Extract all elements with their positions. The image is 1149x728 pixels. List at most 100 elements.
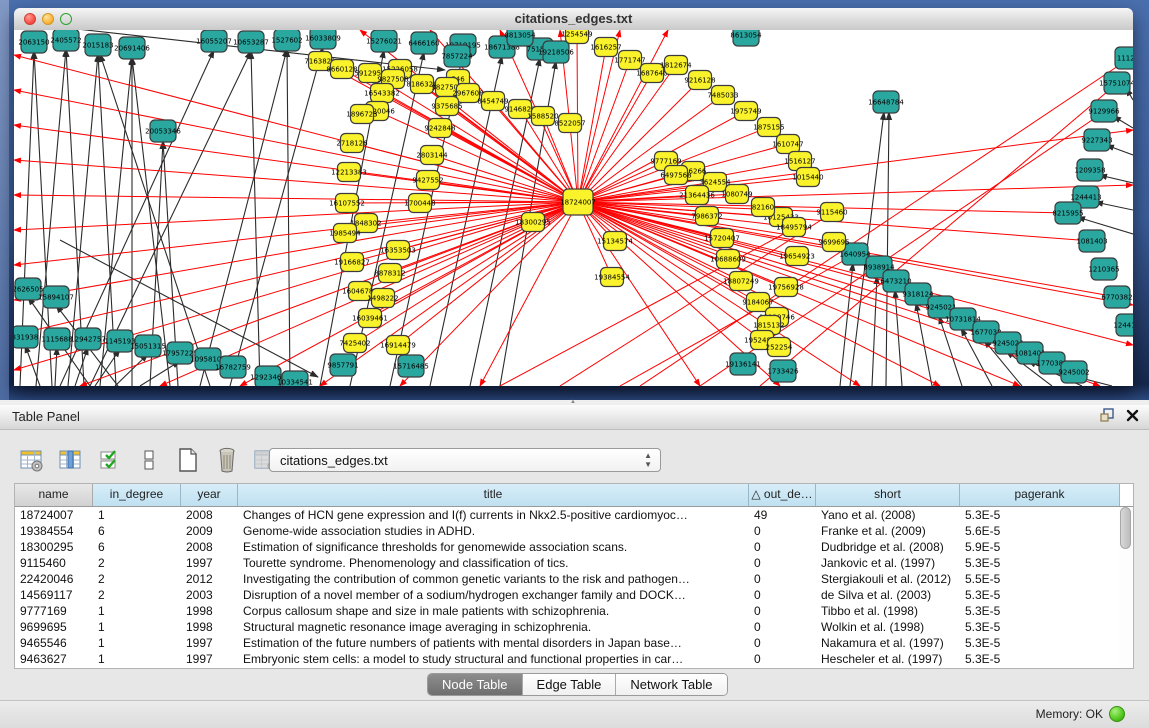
graph-node[interactable]: 16782759 <box>215 356 251 378</box>
graph-node[interactable]: 8878312 <box>374 264 405 283</box>
graph-node[interactable]: 12942757 <box>70 328 106 350</box>
graph-node[interactable]: 9245002 <box>1058 361 1089 383</box>
table-row[interactable]: 946362711997Embryonic stem cells: a mode… <box>15 651 1133 667</box>
graph-node[interactable]: 1244137 <box>1113 314 1133 336</box>
graph-node[interactable]: 1700448 <box>404 194 435 213</box>
table-row[interactable]: 911546021997Tourette syndrome. Phenomeno… <box>15 555 1133 571</box>
graph-node[interactable]: 9216128 <box>684 71 715 90</box>
graph-node[interactable]: 9375685 <box>431 97 462 116</box>
column-header-name[interactable]: name <box>15 484 93 506</box>
graph-node[interactable]: 7857224 <box>441 45 473 67</box>
graph-node[interactable]: 8522057 <box>554 114 585 133</box>
graph-node[interactable]: 9115460 <box>816 203 847 222</box>
table-row[interactable]: 977716911998Corpus callosum shape and si… <box>15 603 1133 619</box>
graph-node[interactable]: 1081403 <box>1076 230 1107 252</box>
graph-node[interactable]: 8813054 <box>504 30 536 46</box>
graph-node[interactable]: 19218506 <box>538 41 574 63</box>
delete-table-icon[interactable] <box>213 446 241 474</box>
graph-node[interactable]: 1975749 <box>730 102 761 121</box>
column-header-pagerank[interactable]: pagerank <box>960 484 1120 506</box>
graph-node[interactable]: 9427552 <box>412 171 443 190</box>
graph-node[interactable]: 1498222 <box>367 289 398 308</box>
graph-node[interactable]: 9857791 <box>327 354 358 376</box>
graph-node[interactable]: 2405572 <box>50 30 81 51</box>
float-panel-icon[interactable] <box>1100 408 1114 427</box>
new-table-icon[interactable] <box>174 446 202 474</box>
citation-network-graph[interactable]: 2063150240557220151832069140616055207106… <box>14 30 1133 386</box>
graph-node[interactable]: 1875155 <box>753 118 784 137</box>
graph-node[interactable]: 16648784 <box>868 91 904 113</box>
tab-edge-table[interactable]: Edge Table <box>523 674 617 695</box>
graph-node[interactable]: 10334541 <box>277 371 313 386</box>
graph-node[interactable]: 6770382 <box>1101 286 1132 308</box>
graph-node[interactable]: 16033809 <box>305 30 341 49</box>
network-canvas[interactable]: 2063150240557220151832069140616055207106… <box>14 30 1133 386</box>
graph-node[interactable]: 1896723 <box>346 105 377 124</box>
select-column-icon[interactable] <box>57 446 85 474</box>
graph-node[interactable]: 1610747 <box>772 135 803 154</box>
graph-node[interactable]: 7485033 <box>707 86 738 105</box>
graph-hub-node[interactable]: 18724007 <box>560 189 596 215</box>
graph-node[interactable]: 16055207 <box>196 30 232 52</box>
memory-ok-indicator[interactable] <box>1109 706 1125 722</box>
select-rows-icon[interactable] <box>96 446 124 474</box>
graph-node[interactable]: 10653287 <box>233 31 269 53</box>
column-header-title[interactable]: title <box>238 484 749 506</box>
graph-node[interactable]: 15716485 <box>393 355 429 377</box>
graph-node[interactable]: 2015183 <box>82 34 113 56</box>
graph-node[interactable]: 7425402 <box>339 334 370 353</box>
table-row[interactable]: 1456911722003Disruption of a novel membe… <box>15 587 1133 603</box>
graph-node[interactable]: 1210365 <box>1088 258 1119 280</box>
close-panel-icon[interactable] <box>1126 409 1139 427</box>
table-row[interactable]: 946554611997Estimation of the future num… <box>15 635 1133 651</box>
graph-node[interactable]: 1527602 <box>271 30 302 51</box>
graph-node[interactable]: 15276021 <box>366 30 402 52</box>
table-settings-icon[interactable] <box>18 446 46 474</box>
graph-node[interactable]: 19136141 <box>725 353 761 375</box>
graph-node[interactable]: 9227343 <box>1081 129 1112 151</box>
graph-node[interactable]: 1812674 <box>660 56 692 75</box>
graph-node[interactable]: 1080749 <box>721 185 752 204</box>
graph-node[interactable]: 8613054 <box>730 30 762 46</box>
graph-node[interactable]: 20053346 <box>145 120 181 142</box>
tab-node-table[interactable]: Node Table <box>428 674 523 695</box>
column-header-short[interactable]: short <box>816 484 960 506</box>
graph-node[interactable]: 1616257 <box>590 38 621 57</box>
graph-node[interactable]: 2803144 <box>416 146 448 165</box>
graph-node[interactable]: 252254 <box>766 338 793 357</box>
graph-node[interactable]: 1733426 <box>767 360 799 382</box>
table-row[interactable]: 2242004622012Investigating the contribut… <box>15 571 1133 587</box>
graph-node[interactable]: 6466160 <box>408 32 439 54</box>
table-row[interactable]: 1938455462009Genome-wide association stu… <box>15 523 1133 539</box>
column-header-year[interactable]: year <box>181 484 238 506</box>
column-header-in_degree[interactable]: in_degree <box>93 484 181 506</box>
graph-node[interactable]: 15751074 <box>1099 72 1133 94</box>
graph-node[interactable]: 1985494 <box>329 224 361 243</box>
graph-node[interactable]: 11123 <box>1115 47 1133 69</box>
table-select-dropdown[interactable]: citations_edges.txt ▲▼ <box>269 448 661 472</box>
graph-node[interactable]: 9129966 <box>1088 100 1120 122</box>
table-row[interactable]: 1830029562008Estimation of significance … <box>15 539 1133 555</box>
table-row[interactable]: 969969511998Structural magnetic resonanc… <box>15 619 1133 635</box>
graph-node[interactable]: 15051315 <box>130 335 166 357</box>
table-row[interactable]: 1872400712008Changes of HCN gene express… <box>15 507 1133 523</box>
graph-node[interactable]: 8660128 <box>326 60 357 79</box>
graph-node[interactable]: 82160 <box>752 198 775 217</box>
graph-node[interactable]: 7986372 <box>691 207 722 226</box>
graph-node[interactable]: 331938 <box>14 326 38 348</box>
window-titlebar[interactable]: citations_edges.txt <box>14 8 1133 31</box>
graph-node[interactable]: 9242848 <box>424 119 455 138</box>
column-header-out_degree[interactable]: △ out_de… <box>749 484 816 506</box>
graph-node[interactable]: 1254549 <box>561 30 592 44</box>
graph-node[interactable]: 8215955 <box>1052 202 1083 224</box>
row-height-icon[interactable] <box>135 446 163 474</box>
graph-node[interactable]: 2718126 <box>336 134 368 153</box>
tab-network-table[interactable]: Network Table <box>616 674 726 695</box>
graph-node[interactable]: 1115688 <box>41 328 72 350</box>
graph-node[interactable]: 1015440 <box>792 168 823 187</box>
graph-node[interactable]: 9699695 <box>818 233 849 252</box>
graph-node[interactable]: 20691406 <box>114 37 150 59</box>
graph-node[interactable]: 15894107 <box>38 286 74 308</box>
table-scrollbar[interactable] <box>1119 507 1132 668</box>
graph-node[interactable]: 6497568 <box>660 166 691 185</box>
